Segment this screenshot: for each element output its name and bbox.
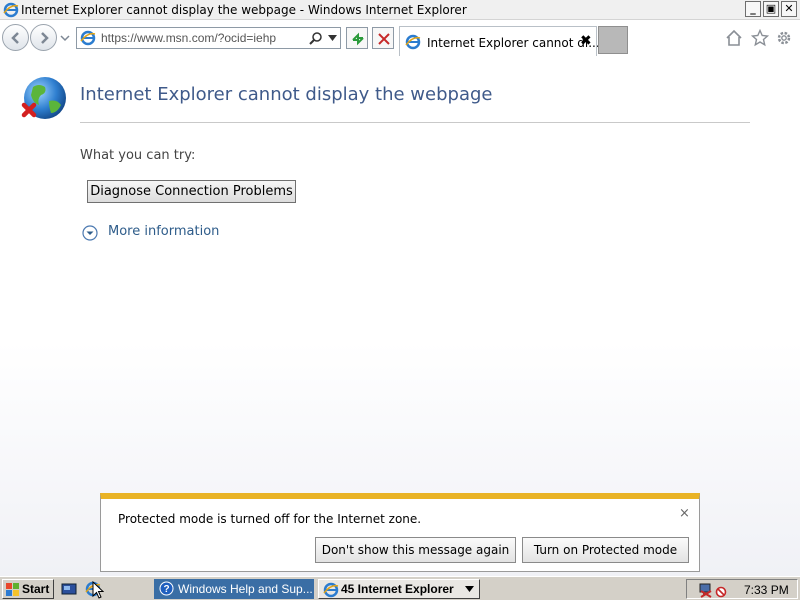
globe-error-icon bbox=[21, 77, 66, 119]
help-icon: ? bbox=[159, 581, 174, 596]
dont-show-again-button[interactable]: Don't show this message again bbox=[315, 537, 516, 563]
network-disconnected-icon[interactable] bbox=[699, 582, 727, 598]
taskbar-item-label: 45 Internet Explorer bbox=[341, 582, 454, 596]
windows-logo-icon bbox=[6, 583, 19, 596]
home-icon[interactable] bbox=[725, 29, 743, 47]
protected-mode-notification: Protected mode is turned off for the Int… bbox=[100, 493, 700, 572]
compatibility-view-button[interactable] bbox=[346, 27, 368, 49]
stop-button[interactable] bbox=[372, 27, 394, 49]
star-icon[interactable] bbox=[751, 29, 769, 47]
notification-message: Protected mode is turned off for the Int… bbox=[118, 512, 422, 526]
back-button[interactable] bbox=[2, 24, 29, 51]
back-arrow-icon bbox=[11, 32, 19, 44]
clock: 7:33 PM bbox=[744, 583, 789, 597]
refresh-arrows-icon bbox=[352, 32, 364, 46]
window-title: Internet Explorer cannot display the web… bbox=[21, 3, 467, 17]
navigation-bar: https://www.msn.com/?ocid=iehp Internet … bbox=[0, 20, 800, 56]
taskbar-item-label: Windows Help and Sup... bbox=[178, 582, 313, 596]
ie-icon bbox=[323, 582, 339, 598]
taskbar-item-internet-explorer[interactable]: 45 Internet Explorer bbox=[318, 579, 480, 599]
maximize-button[interactable]: ▣ bbox=[763, 1, 779, 17]
diagnose-connection-button[interactable]: Diagnose Connection Problems bbox=[87, 180, 296, 203]
taskbar: Start ? Windows Help and Sup... 45 Inter… bbox=[0, 576, 800, 600]
suggestions-heading: What you can try: bbox=[80, 148, 196, 163]
divider bbox=[80, 122, 750, 123]
tab-title: Internet Explorer cannot di... bbox=[427, 36, 600, 50]
address-dropdown-icon[interactable] bbox=[328, 35, 337, 41]
start-button[interactable]: Start bbox=[2, 579, 54, 599]
system-tray: 7:33 PM bbox=[686, 579, 798, 599]
minimize-button[interactable]: _ bbox=[745, 1, 761, 17]
close-window-button[interactable]: ✕ bbox=[781, 1, 797, 17]
search-icon[interactable] bbox=[309, 31, 323, 45]
gear-icon[interactable] bbox=[775, 29, 793, 47]
more-information-label[interactable]: More information bbox=[108, 224, 219, 239]
turn-on-protected-mode-button[interactable]: Turn on Protected mode bbox=[522, 537, 689, 563]
chevron-down-icon bbox=[465, 586, 474, 592]
new-tab-button[interactable] bbox=[598, 26, 628, 54]
mouse-cursor-icon bbox=[92, 581, 104, 599]
history-dropdown-icon[interactable] bbox=[60, 33, 70, 43]
address-bar[interactable]: https://www.msn.com/?ocid=iehp bbox=[76, 27, 341, 49]
stop-x-icon bbox=[378, 33, 390, 45]
start-label: Start bbox=[22, 582, 50, 596]
ie-icon bbox=[3, 2, 19, 18]
ie-icon bbox=[405, 34, 421, 50]
browser-tab[interactable]: Internet Explorer cannot di... ✖ bbox=[399, 26, 600, 56]
taskbar-item-help-and-support[interactable]: ? Windows Help and Sup... bbox=[154, 579, 314, 599]
chevron-down-icon[interactable] bbox=[82, 225, 98, 241]
tab-close-button[interactable]: ✖ bbox=[580, 33, 592, 49]
ie-icon bbox=[80, 30, 96, 46]
show-desktop-icon[interactable] bbox=[61, 581, 77, 597]
forward-arrow-icon bbox=[41, 32, 49, 44]
notification-close-button[interactable]: × bbox=[679, 506, 690, 521]
title-bar: Internet Explorer cannot display the web… bbox=[0, 0, 800, 20]
page-title: Internet Explorer cannot display the web… bbox=[80, 84, 493, 105]
forward-button[interactable] bbox=[30, 24, 57, 51]
svg-text:?: ? bbox=[163, 584, 169, 595]
url-text[interactable]: https://www.msn.com/?ocid=iehp bbox=[101, 31, 276, 45]
